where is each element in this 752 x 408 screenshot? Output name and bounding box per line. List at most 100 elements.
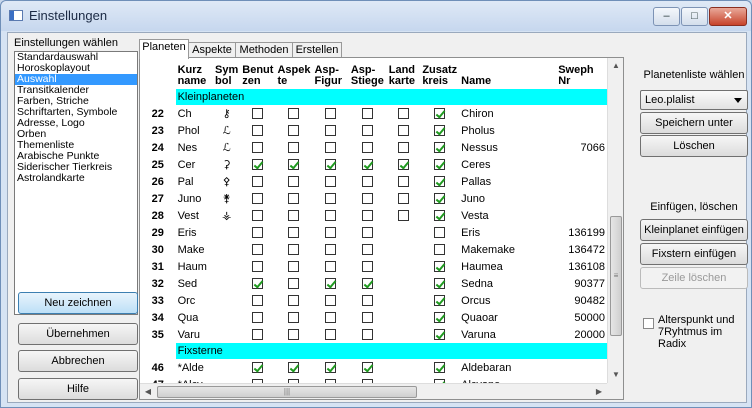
cell-aspekte[interactable] [275, 292, 312, 309]
short-name-cell[interactable]: Phol [176, 122, 213, 139]
cell-aspfigur[interactable] [312, 376, 348, 383]
cell-aspfigur[interactable] [312, 275, 348, 292]
cell-aspfigur[interactable] [312, 309, 348, 326]
cell-aspekte[interactable] [275, 376, 312, 383]
symbol-cell[interactable] [213, 292, 240, 309]
cell-benutzen[interactable] [240, 224, 275, 241]
checkbox-aspstiege[interactable] [362, 312, 374, 324]
short-name-cell[interactable]: Pal [176, 173, 213, 190]
cell-aspfigur[interactable] [312, 207, 348, 224]
short-name-cell[interactable]: Qua [176, 309, 213, 326]
symbol-cell[interactable]: ⚵ [213, 190, 240, 207]
name-cell[interactable]: Nessus [459, 139, 556, 156]
table-row[interactable]: 27 Juno ⚵ Juno [140, 190, 607, 207]
grid-horizontal-scrollbar[interactable]: ◀ ||| ▶ [140, 383, 607, 399]
symbol-cell[interactable]: ⚳ [213, 156, 240, 173]
cell-benutzen[interactable] [240, 105, 275, 122]
sweph-number-cell[interactable]: 90482 [556, 292, 607, 309]
cell-zusatzkreis[interactable] [420, 258, 459, 275]
cell-aspekte[interactable] [275, 224, 312, 241]
cell-aspfigur[interactable] [312, 105, 348, 122]
checkbox-aspstiege[interactable] [362, 278, 374, 290]
cell-aspstiege[interactable] [349, 173, 387, 190]
name-cell[interactable]: Quaoar [459, 309, 556, 326]
checkbox-aspstiege[interactable] [362, 227, 374, 239]
checkbox-aspfigur[interactable] [325, 244, 337, 256]
checkbox-aspfigur[interactable] [325, 261, 337, 273]
sweph-number-cell[interactable] [556, 207, 607, 224]
category-item[interactable]: Arabische Punkte [15, 151, 137, 162]
column-header-aspekte[interactable]: Aspek te [275, 58, 312, 89]
symbol-cell[interactable]: ℒ [213, 139, 240, 156]
sweph-number-cell[interactable] [556, 156, 607, 173]
row-number[interactable]: 30 [140, 241, 176, 258]
cell-zusatzkreis[interactable] [420, 376, 459, 383]
symbol-cell[interactable] [213, 326, 240, 343]
cell-aspfigur[interactable] [312, 156, 348, 173]
cell-aspekte[interactable] [275, 105, 312, 122]
row-number[interactable]: 35 [140, 326, 176, 343]
cell-aspekte[interactable] [275, 139, 312, 156]
cell-aspekte[interactable] [275, 275, 312, 292]
cell-landkarte[interactable] [387, 105, 421, 122]
checkbox-aspekte[interactable] [288, 210, 300, 222]
cell-benutzen[interactable] [240, 376, 275, 383]
short-name-cell[interactable]: Orc [176, 292, 213, 309]
row-number[interactable]: 27 [140, 190, 176, 207]
table-row[interactable]: 33 Orc Orcus 90482 [140, 292, 607, 309]
short-name-cell[interactable]: *Alcy [176, 376, 213, 384]
cell-landkarte[interactable] [387, 122, 421, 139]
checkbox-aspekte[interactable] [288, 295, 300, 307]
cell-aspstiege[interactable] [349, 292, 387, 309]
cell-aspstiege[interactable] [349, 105, 387, 122]
tab-3[interactable]: Methoden [235, 42, 293, 58]
checkbox-aspekte[interactable] [288, 278, 300, 290]
sweph-number-cell[interactable] [556, 376, 607, 383]
checkbox-landkarte[interactable] [398, 210, 410, 222]
cell-landkarte[interactable] [387, 207, 421, 224]
cancel-button[interactable]: Abbrechen [18, 350, 138, 372]
cell-aspfigur[interactable] [312, 359, 348, 376]
cell-aspfigur[interactable] [312, 258, 348, 275]
name-cell[interactable]: Sedna [459, 275, 556, 292]
checkbox-benutzen[interactable] [252, 227, 264, 239]
cell-zusatzkreis[interactable] [420, 275, 459, 292]
checkbox-zusatzkreis[interactable] [434, 176, 446, 188]
checkbox-aspfigur[interactable] [325, 278, 337, 290]
cell-benutzen[interactable] [240, 309, 275, 326]
symbol-cell[interactable]: ⚴ [213, 173, 240, 190]
checkbox-aspfigur[interactable] [325, 329, 337, 341]
sweph-number-cell[interactable] [556, 173, 607, 190]
settings-category-list[interactable]: Standardauswahl Horoskoplayout Auswahl Tran… [14, 51, 138, 315]
grid-vertical-scrollbar[interactable]: ▲ ≡ ▼ [607, 58, 623, 383]
checkbox-aspstiege[interactable] [362, 362, 374, 374]
column-header-swephnr[interactable]: Sweph Nr [556, 58, 607, 89]
redraw-button[interactable]: Neu zeichnen [18, 292, 138, 314]
sweph-number-cell[interactable]: 7066 [556, 139, 607, 156]
checkbox-aspstiege[interactable] [362, 210, 374, 222]
category-item[interactable]: Auswahl [15, 74, 137, 85]
checkbox-aspfigur[interactable] [325, 227, 337, 239]
checkbox-zusatzkreis[interactable] [434, 193, 446, 205]
cell-aspekte[interactable] [275, 190, 312, 207]
sweph-number-cell[interactable]: 50000 [556, 309, 607, 326]
name-cell[interactable]: Chiron [459, 105, 556, 122]
checkbox-aspstiege[interactable] [362, 295, 374, 307]
cell-aspekte[interactable] [275, 309, 312, 326]
cell-aspstiege[interactable] [349, 207, 387, 224]
scroll-down-icon[interactable]: ▼ [608, 367, 624, 383]
category-item[interactable]: Farben, Striche [15, 96, 137, 107]
row-number[interactable]: 31 [140, 258, 176, 275]
column-header-landkarte[interactable]: Land karte [387, 58, 421, 89]
cell-zusatzkreis[interactable] [420, 139, 459, 156]
cell-zusatzkreis[interactable] [420, 156, 459, 173]
checkbox-aspekte[interactable] [288, 312, 300, 324]
name-cell[interactable]: Alcyone [459, 376, 556, 384]
table-row[interactable]: 28 Vest ⚶ Vesta [140, 207, 607, 224]
maximize-button[interactable]: □ [681, 7, 708, 26]
checkbox-aspfigur[interactable] [325, 210, 337, 222]
checkbox-benutzen[interactable] [252, 278, 264, 290]
category-item[interactable]: Astrolandkarte [15, 173, 137, 184]
checkbox-aspstiege[interactable] [362, 108, 374, 120]
checkbox-zusatzkreis[interactable] [434, 329, 446, 341]
